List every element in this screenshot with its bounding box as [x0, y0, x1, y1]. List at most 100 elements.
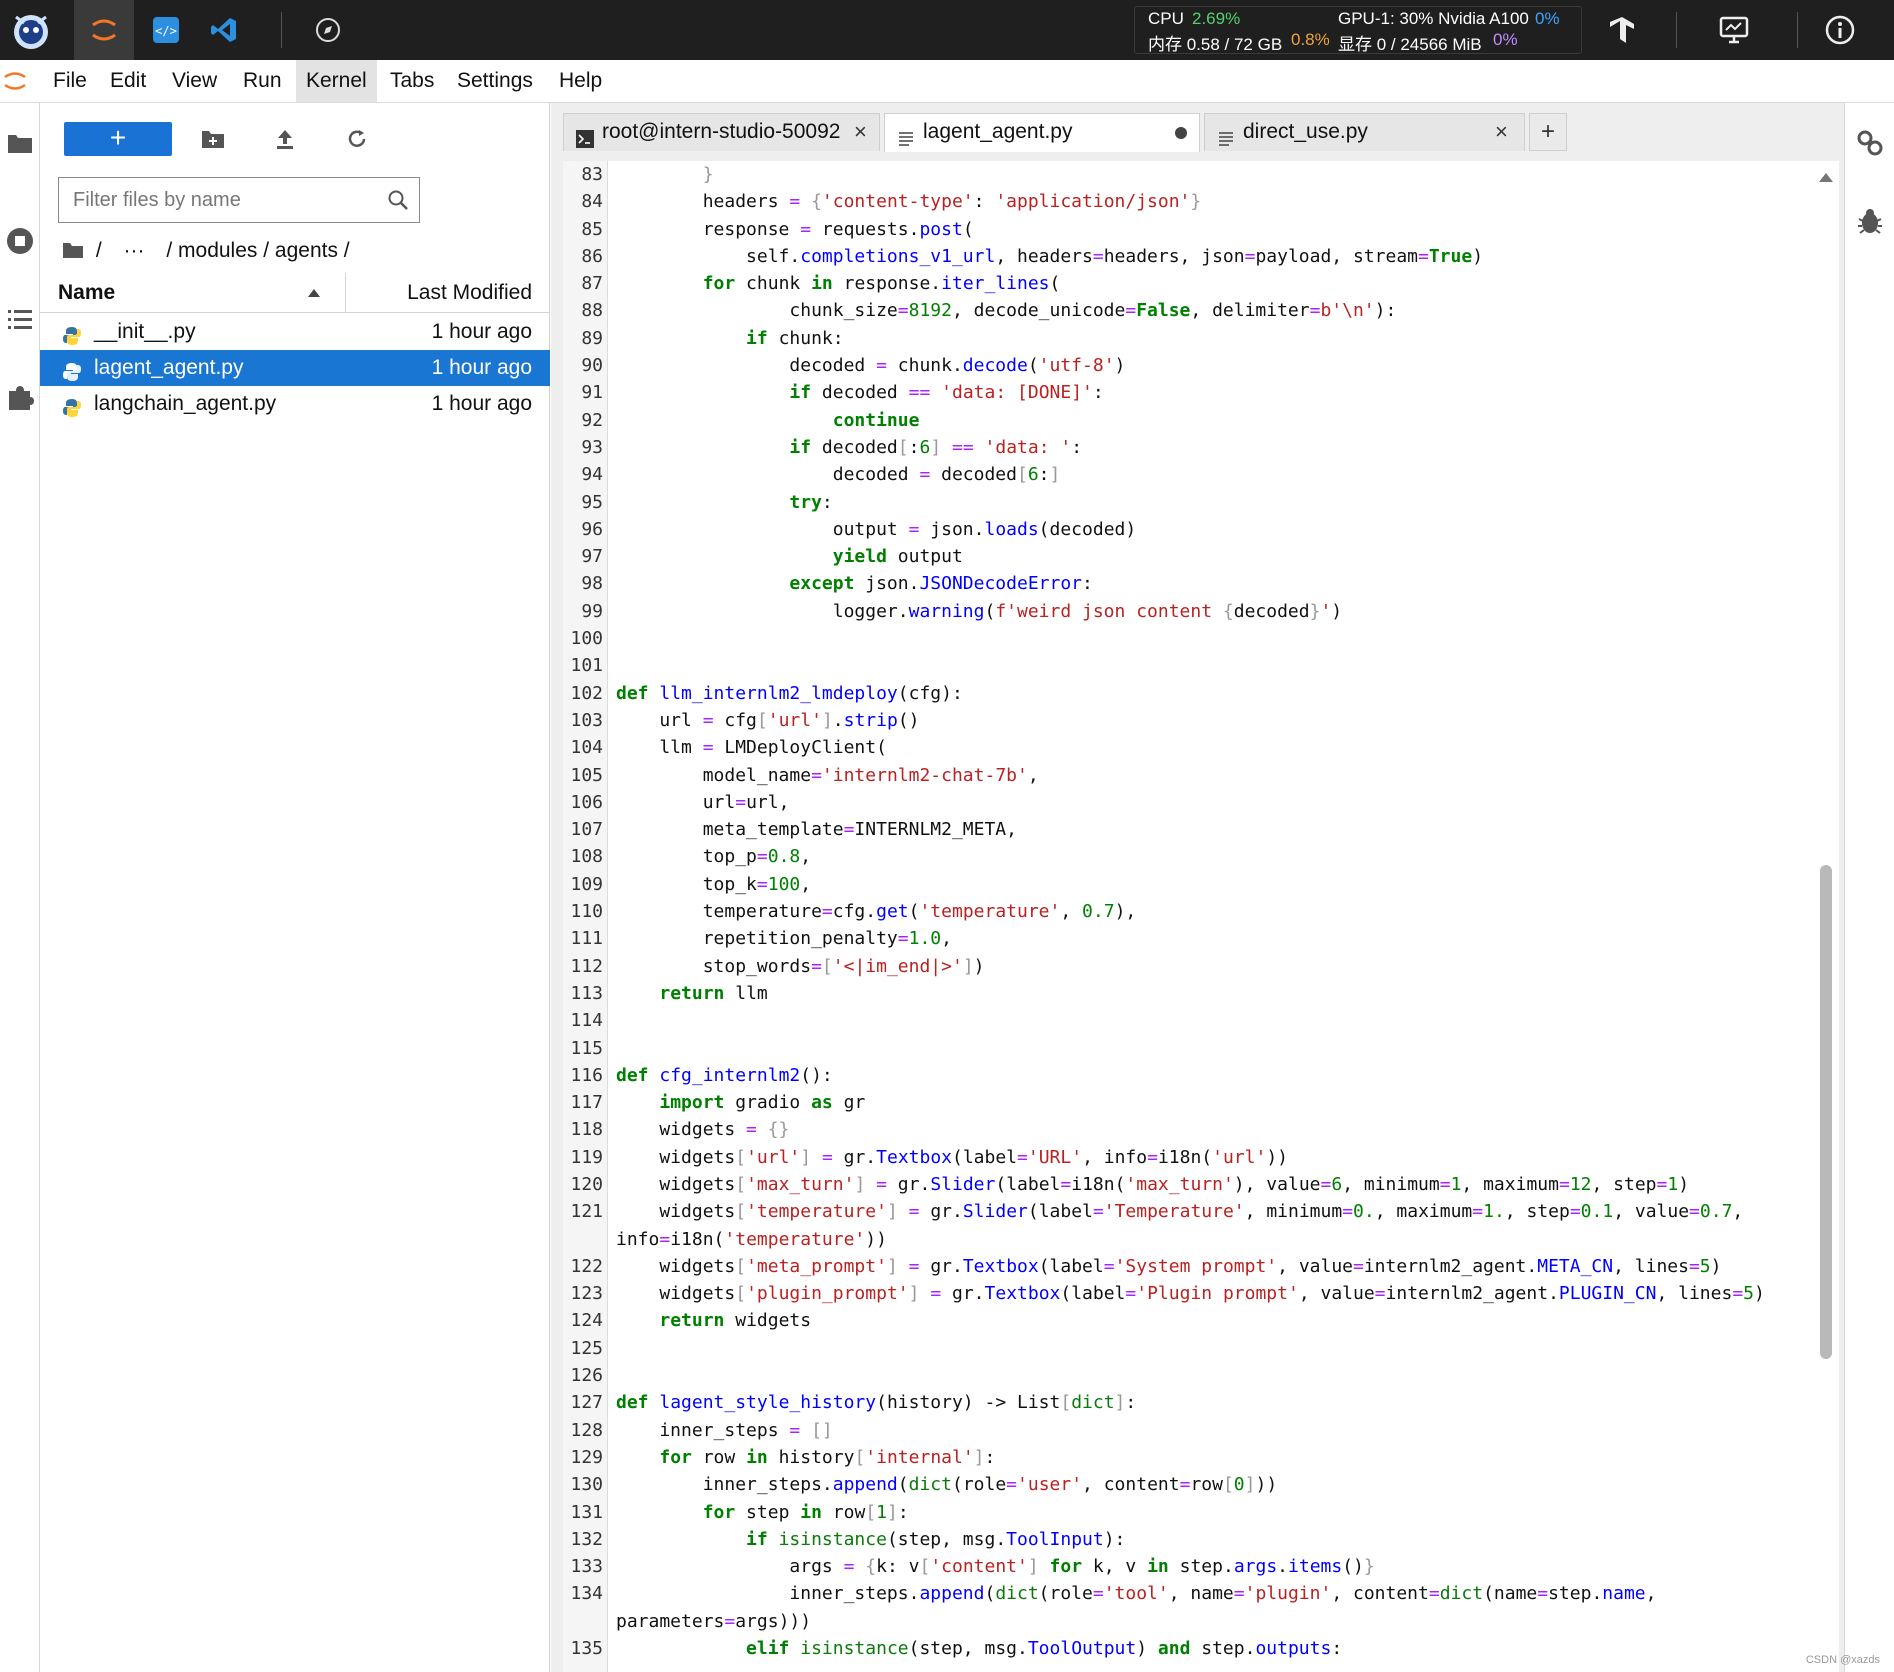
- line-number: 108: [570, 846, 603, 868]
- upload-icon[interactable]: [268, 122, 302, 156]
- line-number: 95: [581, 491, 603, 513]
- folder-root-icon[interactable]: [62, 239, 84, 262]
- line-number: 118: [570, 1119, 603, 1141]
- info-icon[interactable]: [1820, 0, 1860, 60]
- line-number: 90: [581, 355, 603, 377]
- line-number: 94: [581, 464, 603, 486]
- intern-logo-icon[interactable]: [0, 0, 62, 60]
- line-number: 126: [570, 1365, 603, 1387]
- line-number: 102: [570, 682, 603, 704]
- menu-settings[interactable]: Settings: [447, 60, 543, 102]
- line-number: 106: [570, 791, 603, 813]
- folder-icon[interactable]: [0, 123, 40, 163]
- line-number: 86: [581, 245, 603, 267]
- line-number: 125: [570, 1337, 603, 1359]
- line-number: 83: [581, 164, 603, 185]
- debugger-bug-icon[interactable]: [1845, 201, 1894, 241]
- line-number: 131: [570, 1501, 603, 1523]
- line-number: 119: [570, 1146, 603, 1168]
- add-tab-button[interactable]: +: [1529, 113, 1567, 151]
- breadcrumb-path[interactable]: / modules / agents /: [166, 239, 349, 262]
- line-number: 113: [570, 982, 603, 1004]
- line-number: 121: [570, 1201, 603, 1223]
- running-sessions-icon[interactable]: [0, 221, 40, 261]
- menu-edit[interactable]: Edit: [100, 60, 156, 102]
- line-number: 92: [581, 409, 603, 431]
- cpu-label: CPU: [1148, 9, 1184, 28]
- main-dock-area: root@intern-studio-50092 × lagent_agent.…: [551, 103, 1844, 1672]
- vram-label: 显存 0 / 24566 MiB: [1338, 35, 1482, 54]
- line-number: 123: [570, 1283, 603, 1305]
- line-number: 128: [570, 1419, 603, 1441]
- table-of-contents-icon[interactable]: [0, 299, 40, 339]
- line-number: 127: [570, 1392, 603, 1414]
- line-number: 130: [570, 1474, 603, 1496]
- tab-bar: root@intern-studio-50092 × lagent_agent.…: [551, 103, 1844, 152]
- sort-ascending-icon: [308, 289, 320, 297]
- line-number: 133: [570, 1556, 603, 1578]
- menu-help[interactable]: Help: [549, 60, 612, 102]
- code-server-icon[interactable]: </>: [146, 0, 186, 60]
- file-row[interactable]: __init__.py 1 hour ago: [40, 314, 550, 350]
- code-editor[interactable]: 83 } 84 headers = {'content-type': 'appl…: [563, 161, 1839, 1672]
- menu-file[interactable]: File: [43, 60, 97, 102]
- python-file-icon: [62, 358, 82, 381]
- line-number: 114: [570, 1010, 603, 1032]
- search-icon: [387, 189, 409, 216]
- jupyter-icon[interactable]: [74, 0, 134, 60]
- tensorflow-icon[interactable]: [1602, 0, 1642, 60]
- text-file-icon: [1217, 124, 1235, 160]
- tab-direct-use[interactable]: direct_use.py ×: [1204, 113, 1525, 151]
- column-name[interactable]: Name: [58, 273, 115, 313]
- line-number: 116: [570, 1064, 603, 1086]
- file-browser: + / ··· / modules / agents / Name Last M…: [40, 103, 550, 1672]
- column-last-modified[interactable]: Last Modified: [407, 273, 532, 313]
- tab-close-icon[interactable]: ×: [854, 114, 867, 150]
- file-name: __init__.py: [94, 320, 196, 343]
- compass-icon[interactable]: [308, 0, 348, 60]
- extensions-icon[interactable]: [0, 377, 40, 417]
- breadcrumb-ellipsis[interactable]: ···: [124, 239, 145, 262]
- menu-kernel[interactable]: Kernel: [296, 60, 377, 102]
- line-number: 88: [581, 300, 603, 322]
- monitor-icon[interactable]: [1714, 0, 1754, 60]
- gpu-label: GPU-1: 30% Nvidia A100: [1338, 9, 1529, 28]
- breadcrumb-root[interactable]: /: [96, 239, 102, 262]
- tab-lagent-agent[interactable]: lagent_agent.py: [884, 113, 1200, 152]
- tab-close-icon[interactable]: ×: [1495, 114, 1508, 150]
- file-name: langchain_agent.py: [94, 392, 277, 415]
- unsaved-dot-icon[interactable]: [1175, 127, 1187, 139]
- line-number: 107: [570, 819, 603, 841]
- resource-monitor: CPU 2.69% 内存 0.58 / 72 GB 0.8% GPU-1: 30…: [1134, 6, 1582, 54]
- property-inspector-icon[interactable]: [1845, 123, 1894, 163]
- vscode-icon[interactable]: [204, 0, 244, 60]
- menu-bar: File Edit View Run Kernel Tabs Settings …: [0, 60, 1894, 103]
- file-modified: 1 hour ago: [431, 392, 532, 415]
- menu-tabs[interactable]: Tabs: [380, 60, 444, 102]
- file-row[interactable]: langchain_agent.py 1 hour ago: [40, 386, 550, 422]
- new-launcher-button[interactable]: +: [64, 122, 172, 156]
- line-number: 91: [581, 382, 603, 404]
- filter-files-input[interactable]: [59, 178, 359, 222]
- file-row-selected[interactable]: lagent_agent.py 1 hour ago: [40, 350, 550, 386]
- line-number: 112: [570, 955, 603, 977]
- menu-view[interactable]: View: [162, 60, 227, 102]
- new-folder-icon[interactable]: [196, 122, 230, 156]
- line-number: 111: [570, 928, 603, 950]
- line-number: 100: [570, 628, 603, 650]
- scroll-up-arrow-icon[interactable]: [1819, 173, 1833, 182]
- tab-label: direct_use.py: [1243, 120, 1368, 143]
- vertical-scrollbar-thumb[interactable]: [1820, 865, 1832, 1359]
- tab-terminal[interactable]: root@intern-studio-50092 ×: [563, 113, 880, 151]
- line-number: 115: [570, 1037, 603, 1059]
- top-bar: </> CPU 2.69% 内存 0.58 / 72 GB 0.8% GPU-1…: [0, 0, 1894, 60]
- right-sidebar: [1844, 103, 1894, 1672]
- refresh-icon[interactable]: [340, 122, 374, 156]
- line-number: 122: [570, 1255, 603, 1277]
- menu-run[interactable]: Run: [233, 60, 292, 102]
- tab-label: root@intern-studio-50092: [602, 120, 841, 143]
- line-number: 98: [581, 573, 603, 595]
- line-number: 101: [570, 655, 603, 677]
- text-file-icon: [897, 124, 915, 160]
- python-file-icon: [62, 322, 82, 345]
